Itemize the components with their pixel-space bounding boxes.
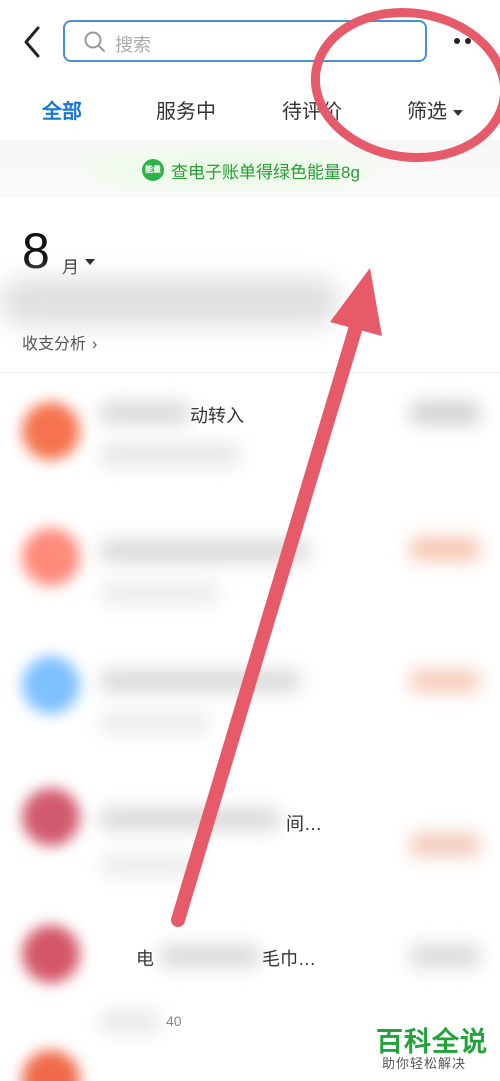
- promo-text[interactable]: 查电子账单得绿色能量8g: [171, 158, 360, 183]
- row-subtext: 40: [166, 1013, 182, 1029]
- divider: [0, 372, 500, 373]
- search-input[interactable]: 搜索: [63, 20, 427, 62]
- month-unit[interactable]: 月: [62, 253, 79, 278]
- row-amount-blur: [410, 538, 480, 560]
- income-expense-analysis-link[interactable]: 收支分析 ›: [22, 330, 97, 354]
- row-amount-blur: [410, 834, 480, 856]
- row-avatar-icon: [22, 402, 80, 460]
- filter-label: 筛选: [407, 101, 447, 123]
- row-title-blur: [100, 540, 310, 562]
- row-sub-blur: [100, 1011, 160, 1033]
- row-amount-blur: [410, 945, 480, 967]
- row-sub-blur: [100, 712, 210, 734]
- list-item[interactable]: [0, 648, 500, 788]
- row-avatar-icon: [22, 528, 80, 586]
- row-title-blur: [100, 402, 190, 424]
- row-title-end: 毛巾…: [262, 949, 316, 969]
- row-avatar-icon: [22, 656, 80, 714]
- row-amount-blur: [410, 670, 480, 692]
- tab-filter[interactable]: 筛选: [407, 95, 463, 124]
- list-item[interactable]: 间…: [0, 780, 500, 920]
- row-title-blur: [100, 670, 300, 692]
- tab-bar: 全部 服务中 待评价 筛选: [0, 85, 500, 135]
- header-bar: 搜索: [0, 0, 500, 85]
- list-item[interactable]: 动转入: [0, 374, 500, 514]
- list-item[interactable]: [0, 510, 500, 650]
- search-placeholder: 搜索: [115, 35, 151, 55]
- row-avatar-icon: [22, 788, 80, 846]
- watermark-subtitle: 助你轻松解决: [382, 1056, 467, 1071]
- caret-down-icon: [453, 109, 463, 116]
- month-number[interactable]: 8: [22, 222, 50, 280]
- row-sub-blur: [100, 854, 200, 876]
- month-caret-icon[interactable]: [85, 259, 95, 265]
- back-arrow-icon[interactable]: [18, 24, 48, 60]
- tab-in-service[interactable]: 服务中: [156, 95, 216, 124]
- row-title-start: 电: [136, 949, 154, 969]
- tab-pending-review[interactable]: 待评价: [282, 95, 342, 124]
- row-sub-blur: [100, 582, 220, 604]
- row-amount-blur: [410, 402, 480, 424]
- search-icon: [84, 31, 105, 52]
- row-sub-blur: [100, 444, 240, 466]
- blurred-summary: [0, 278, 340, 326]
- energy-badge-icon: 能量: [142, 159, 164, 181]
- row-avatar-icon: [22, 925, 80, 983]
- analysis-label: 收支分析: [22, 336, 87, 353]
- row-title: 间…: [286, 814, 322, 834]
- chevron-right-icon: ›: [92, 336, 98, 353]
- tab-all[interactable]: 全部: [42, 95, 82, 124]
- more-options-icon[interactable]: [452, 33, 484, 49]
- row-title-blur: [160, 945, 260, 967]
- row-title: 动转入: [190, 406, 244, 426]
- row-title-blur: [100, 808, 280, 830]
